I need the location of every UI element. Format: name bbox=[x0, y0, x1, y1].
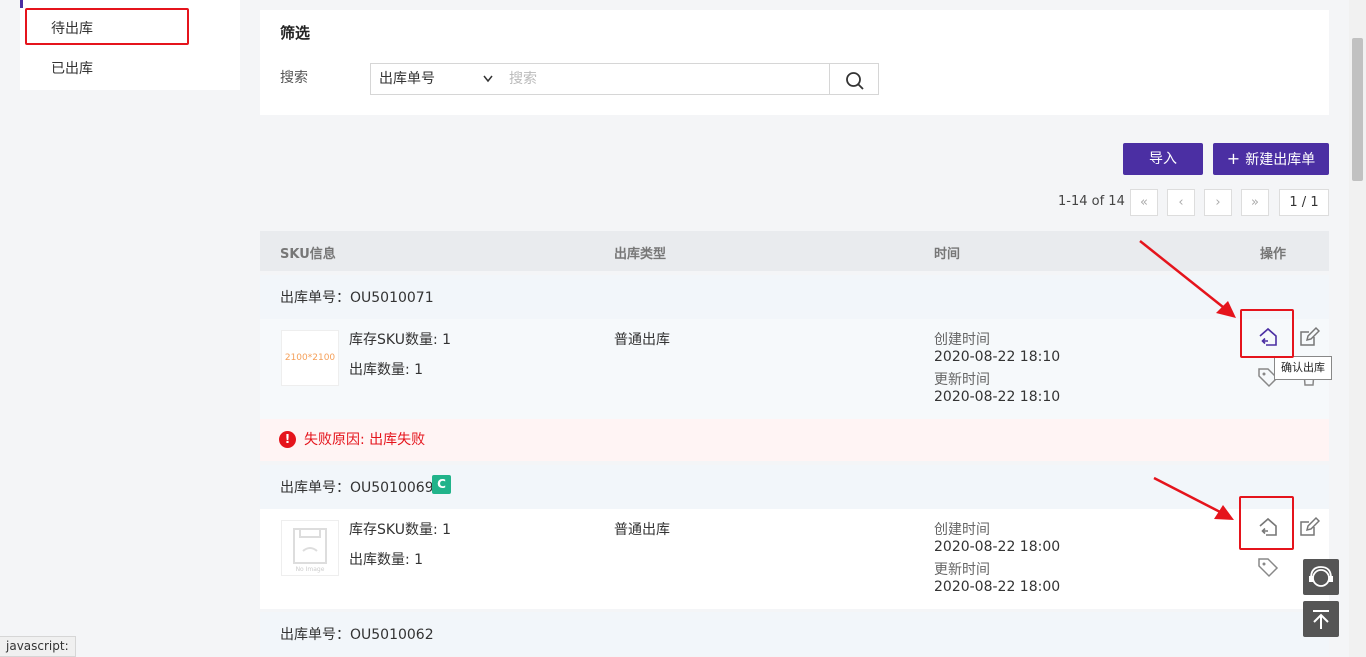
back-to-top-button[interactable] bbox=[1303, 601, 1339, 637]
customer-service-button[interactable] bbox=[1303, 559, 1339, 595]
sidebar: 待出库 已出库 bbox=[20, 0, 240, 90]
product-image: 2100*2100 bbox=[281, 330, 339, 386]
pager-last-button[interactable]: » bbox=[1241, 189, 1269, 216]
pager-next-button[interactable]: › bbox=[1204, 189, 1232, 216]
col-sku: SKU信息 bbox=[280, 247, 336, 262]
page-scrollbar[interactable] bbox=[1349, 0, 1366, 657]
order-number: 出库单号：OU5010071 bbox=[280, 290, 434, 306]
confirm-outbound-icon bbox=[1259, 327, 1277, 346]
updated-label: 更新时间 bbox=[934, 372, 990, 388]
back-to-top-icon bbox=[1313, 610, 1329, 629]
updated-time: 2020-08-22 18:10 bbox=[934, 389, 1061, 405]
confirm-outbound-tooltip: 确认出库 bbox=[1274, 356, 1332, 380]
search-icon bbox=[846, 72, 864, 90]
outbound-qty: 出库数量: 1 bbox=[349, 552, 424, 568]
chevron-down-icon bbox=[483, 64, 493, 106]
outbound-type: 普通出库 bbox=[614, 522, 670, 538]
confirm-outbound-icon bbox=[1259, 517, 1277, 536]
tag-button[interactable] bbox=[1257, 556, 1279, 582]
customer-service-icon bbox=[1309, 566, 1333, 587]
new-outbound-label: 新建出库单 bbox=[1245, 152, 1316, 168]
sidebar-item-shipped[interactable]: 已出库 bbox=[20, 49, 240, 89]
new-outbound-button[interactable]: + 新建出库单 bbox=[1213, 143, 1329, 175]
edit-icon bbox=[1300, 326, 1321, 346]
col-ops: 操作 bbox=[1260, 247, 1287, 262]
table-row: 2100*2100 库存SKU数量: 1 出库数量: 1 普通出库 创建时间 2… bbox=[260, 319, 1329, 419]
search-field-value: 出库单号 bbox=[379, 71, 435, 87]
search-button[interactable] bbox=[829, 63, 879, 95]
table-header: SKU信息 出库类型 时间 操作 bbox=[260, 231, 1329, 271]
table-row: No Image 库存SKU数量: 1 出库数量: 1 普通出库 创建时间 20… bbox=[260, 509, 1329, 609]
pager-prev-button[interactable]: ‹ bbox=[1167, 189, 1195, 216]
created-label: 创建时间 bbox=[934, 522, 990, 538]
product-image-size-text: 2100*2100 bbox=[284, 353, 336, 363]
col-time: 时间 bbox=[934, 247, 961, 262]
order-number: 出库单号：OU5010069 bbox=[280, 480, 434, 496]
created-time: 2020-08-22 18:00 bbox=[934, 539, 1061, 555]
error-icon: ! bbox=[279, 431, 296, 448]
no-image-icon: No Image bbox=[293, 528, 327, 573]
plus-icon: + bbox=[1226, 149, 1246, 168]
pager-range: 1-14 of 14 bbox=[1058, 194, 1125, 209]
pager-first-button[interactable]: « bbox=[1130, 189, 1158, 216]
col-type: 出库类型 bbox=[614, 247, 667, 262]
edit-button[interactable] bbox=[1298, 326, 1321, 352]
updated-time: 2020-08-22 18:00 bbox=[934, 579, 1061, 595]
order-header: 出库单号：OU5010071 bbox=[260, 275, 1329, 319]
edit-icon bbox=[1300, 516, 1321, 536]
outbound-qty: 出库数量: 1 bbox=[349, 362, 424, 378]
search-field-select[interactable]: 出库单号 bbox=[370, 63, 500, 95]
svg-text:No Image: No Image bbox=[296, 566, 325, 573]
channel-badge: C bbox=[432, 475, 451, 494]
outbound-type: 普通出库 bbox=[614, 332, 670, 348]
created-time: 2020-08-22 18:10 bbox=[934, 349, 1061, 365]
order-header: 出库单号：OU5010069 C bbox=[260, 465, 1329, 509]
confirm-outbound-button[interactable] bbox=[1257, 326, 1279, 352]
browser-status-bar: javascript: bbox=[0, 636, 76, 657]
error-text: 失败原因: 出库失败 bbox=[304, 432, 426, 448]
order-number: 出库单号：OU5010062 bbox=[280, 627, 434, 643]
pager-page-indicator[interactable]: 1 / 1 bbox=[1279, 189, 1329, 216]
edit-button[interactable] bbox=[1298, 516, 1321, 542]
sku-count: 库存SKU数量: 1 bbox=[349, 522, 452, 538]
created-label: 创建时间 bbox=[934, 332, 990, 348]
updated-label: 更新时间 bbox=[934, 562, 990, 578]
import-button[interactable]: 导入 bbox=[1123, 143, 1203, 175]
sidebar-accent bbox=[20, 0, 23, 8]
no-image-placeholder: No Image bbox=[281, 520, 339, 576]
order-header: 出库单号：OU5010062 bbox=[260, 612, 1329, 656]
sidebar-item-pending[interactable]: 待出库 bbox=[20, 9, 240, 49]
tag-icon bbox=[1258, 558, 1279, 578]
scrollbar-thumb[interactable] bbox=[1352, 38, 1363, 181]
error-message: ! 失败原因: 出库失败 bbox=[260, 419, 1329, 461]
filter-panel: 筛选 搜索 出库单号 bbox=[260, 10, 1329, 115]
search-label: 搜索 bbox=[280, 70, 308, 86]
search-input[interactable] bbox=[499, 63, 830, 95]
filter-title: 筛选 bbox=[280, 24, 311, 42]
sku-count: 库存SKU数量: 1 bbox=[349, 332, 452, 348]
confirm-outbound-button[interactable] bbox=[1257, 516, 1279, 542]
